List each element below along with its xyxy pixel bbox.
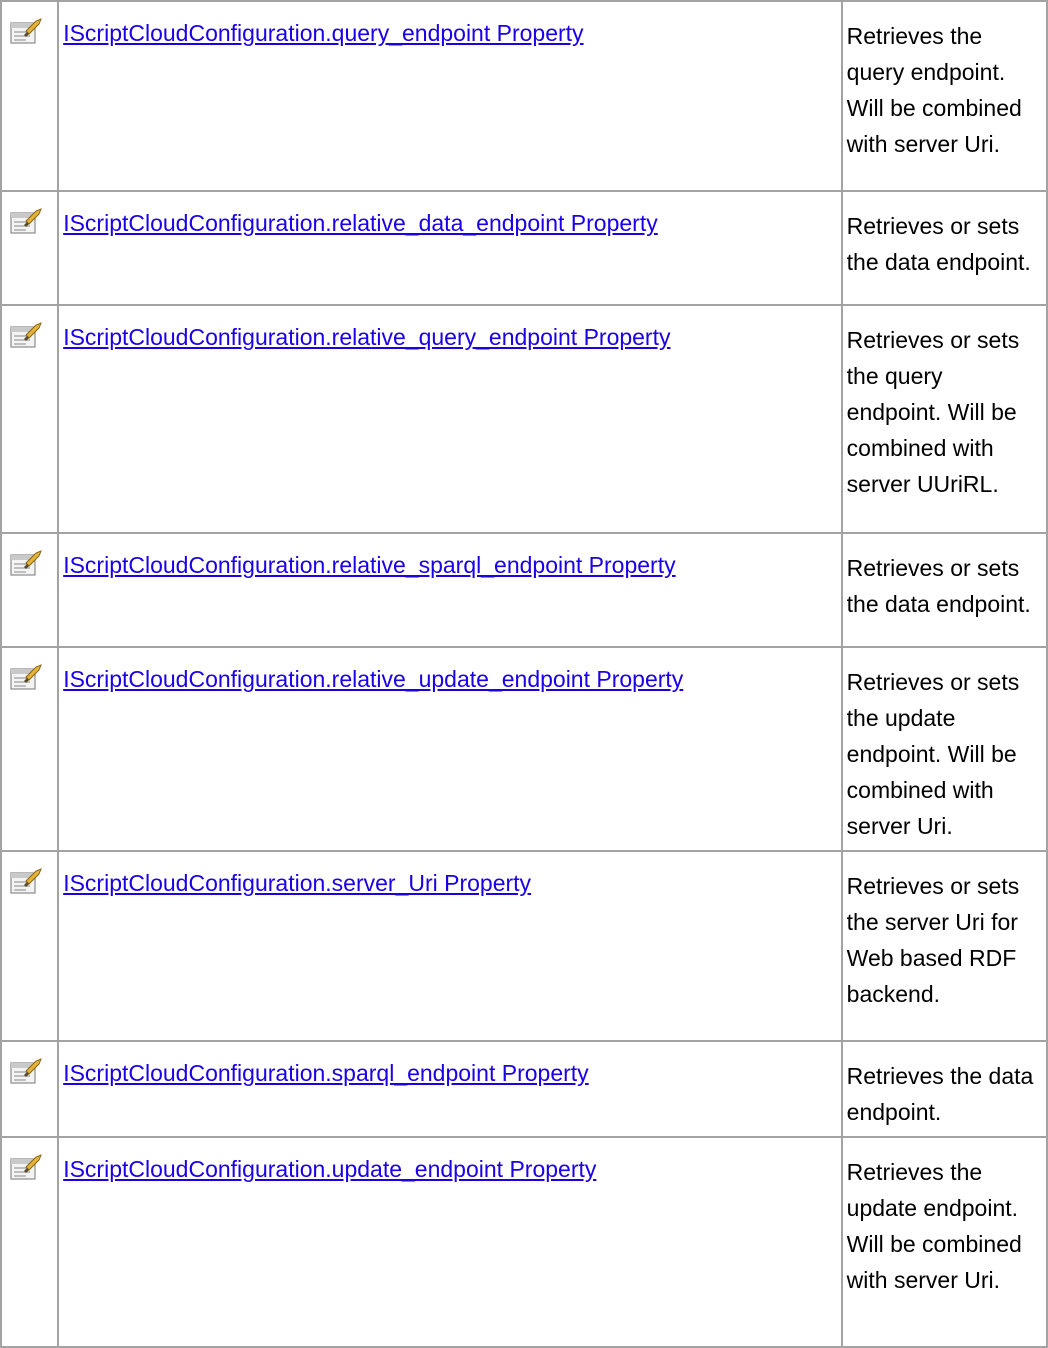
name-cell: IScriptCloudConfiguration.relative_query…	[57, 304, 843, 534]
description-cell: Retrieves the data endpoint.	[840, 1040, 1048, 1138]
properties-table: IScriptCloudConfiguration.query_endpoint…	[0, 0, 1048, 1348]
icon-cell	[0, 850, 60, 1042]
description-cell: Retrieves the update endpoint. Will be c…	[840, 1136, 1048, 1348]
icon-cell	[0, 1040, 60, 1138]
property-icon	[10, 662, 44, 692]
property-icon	[10, 1152, 44, 1182]
icon-cell	[0, 190, 60, 306]
description-cell: Retrieves or sets the server Uri for Web…	[840, 850, 1048, 1042]
property-link[interactable]: IScriptCloudConfiguration.relative_sparq…	[63, 552, 675, 578]
property-icon	[10, 16, 44, 46]
property-icon	[10, 320, 44, 350]
table-row: IScriptCloudConfiguration.server_Uri Pro…	[0, 850, 1048, 1042]
icon-cell	[0, 532, 60, 648]
name-cell: IScriptCloudConfiguration.query_endpoint…	[57, 0, 843, 192]
property-icon	[10, 548, 44, 578]
property-link[interactable]: IScriptCloudConfiguration.relative_query…	[63, 324, 670, 350]
property-link[interactable]: IScriptCloudConfiguration.relative_data_…	[63, 210, 658, 236]
description-cell: Retrieves the query endpoint. Will be co…	[840, 0, 1048, 192]
property-icon	[10, 1056, 44, 1086]
icon-cell	[0, 1136, 60, 1348]
property-link[interactable]: IScriptCloudConfiguration.query_endpoint…	[63, 20, 583, 46]
name-cell: IScriptCloudConfiguration.relative_sparq…	[57, 532, 843, 648]
icon-cell	[0, 646, 60, 852]
property-icon	[10, 206, 44, 236]
name-cell: IScriptCloudConfiguration.server_Uri Pro…	[57, 850, 843, 1042]
description-cell: Retrieves or sets the query endpoint. Wi…	[840, 304, 1048, 534]
table-row: IScriptCloudConfiguration.relative_updat…	[0, 646, 1048, 852]
table-row: IScriptCloudConfiguration.update_endpoin…	[0, 1136, 1048, 1348]
description-cell: Retrieves or sets the update endpoint. W…	[840, 646, 1048, 852]
table-row: IScriptCloudConfiguration.relative_data_…	[0, 190, 1048, 306]
description-cell: Retrieves or sets the data endpoint.	[840, 532, 1048, 648]
property-link[interactable]: IScriptCloudConfiguration.update_endpoin…	[63, 1156, 596, 1182]
name-cell: IScriptCloudConfiguration.sparql_endpoin…	[57, 1040, 843, 1138]
name-cell: IScriptCloudConfiguration.relative_updat…	[57, 646, 843, 852]
icon-cell	[0, 0, 60, 192]
name-cell: IScriptCloudConfiguration.relative_data_…	[57, 190, 843, 306]
property-link[interactable]: IScriptCloudConfiguration.sparql_endpoin…	[63, 1060, 588, 1086]
name-cell: IScriptCloudConfiguration.update_endpoin…	[57, 1136, 843, 1348]
table-row: IScriptCloudConfiguration.sparql_endpoin…	[0, 1040, 1048, 1138]
table-row: IScriptCloudConfiguration.query_endpoint…	[0, 0, 1048, 192]
property-link[interactable]: IScriptCloudConfiguration.relative_updat…	[63, 666, 683, 692]
icon-cell	[0, 304, 60, 534]
table-row: IScriptCloudConfiguration.relative_sparq…	[0, 532, 1048, 648]
table-row: IScriptCloudConfiguration.relative_query…	[0, 304, 1048, 534]
property-link[interactable]: IScriptCloudConfiguration.server_Uri Pro…	[63, 870, 531, 896]
description-cell: Retrieves or sets the data endpoint.	[840, 190, 1048, 306]
property-icon	[10, 866, 44, 896]
